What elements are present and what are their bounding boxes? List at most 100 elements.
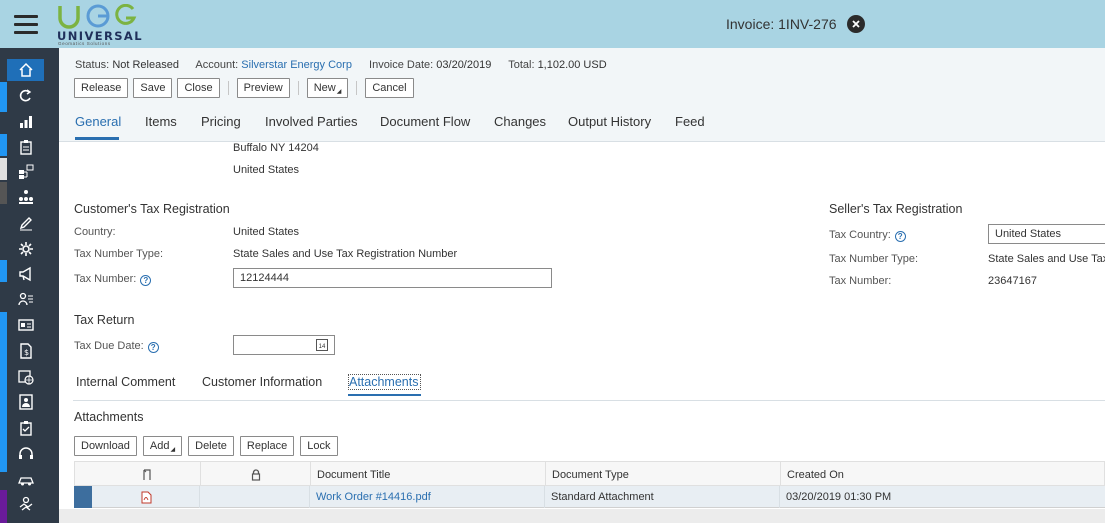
help-icon[interactable]: ? (894, 231, 906, 242)
close-button[interactable]: Close (177, 78, 220, 98)
lock-cell (200, 486, 310, 508)
tab-general[interactable]: General (75, 114, 121, 129)
subtab-divider (73, 400, 1105, 401)
nav-stripe (0, 134, 7, 156)
address-line-2: United States (233, 164, 300, 176)
invoice-date-value: 03/20/2019 (436, 59, 492, 71)
document-type-cell: Standard Attachment (545, 486, 780, 508)
tab-items[interactable]: Items (145, 114, 177, 129)
refresh-icon[interactable] (7, 85, 44, 107)
document-title-link[interactable]: Work Order #14416.pdf (316, 491, 431, 503)
preview-button[interactable]: Preview (236, 78, 290, 98)
total-label: Total: (508, 59, 535, 71)
seller-tax-number-type-value: State Sales and Use Tax (988, 253, 1105, 265)
replace-button[interactable]: Replace (239, 436, 295, 456)
menu-icon[interactable] (0, 0, 52, 48)
created-on-header[interactable]: Created On (781, 462, 1105, 487)
tax-number-label-row: Tax Number:? (74, 273, 152, 286)
help-icon[interactable]: ? (140, 275, 152, 286)
nav-stripe (0, 82, 7, 112)
edit-icon[interactable] (7, 212, 44, 234)
clipboard-icon[interactable] (7, 136, 44, 158)
status-label: Status: (75, 59, 110, 71)
attachments-toolbar: Download Add ◢ Delete Replace Lock (74, 436, 338, 456)
tab-feed[interactable]: Feed (675, 114, 705, 129)
document-title-cell: Work Order #14416.pdf (310, 486, 545, 508)
file-cell (92, 486, 200, 508)
tax-due-date-label-row: Tax Due Date:? (74, 340, 159, 353)
active-subtab-indicator (348, 394, 421, 396)
headset-icon[interactable] (7, 443, 44, 465)
hierarchy-icon[interactable] (7, 161, 44, 183)
gear-icon[interactable] (7, 238, 44, 260)
main-content: Buffalo NY 14204 United States Customer'… (59, 142, 1105, 523)
calendar-icon[interactable]: 14 (316, 339, 328, 351)
toolbar-separator (227, 81, 229, 95)
calendar-globe-icon[interactable] (7, 366, 44, 388)
add-button[interactable]: Add ◢ (142, 436, 183, 456)
left-navigation: $ (0, 48, 59, 523)
seller-tax-title: Seller's Tax Registration (829, 202, 963, 216)
nav-stripe (0, 490, 7, 523)
tax-due-date-label: Tax Due Date: (74, 340, 144, 352)
save-button[interactable]: Save (133, 78, 173, 98)
subtab-internal-comment[interactable]: Internal Comment (76, 375, 175, 389)
table-scroll-area[interactable] (59, 509, 1105, 523)
person-list-icon[interactable] (7, 288, 44, 310)
nav-stripe (0, 182, 7, 204)
tax-country-select[interactable]: United States (988, 224, 1105, 244)
tab-changes[interactable]: Changes (494, 114, 546, 129)
clipboard-check-icon[interactable] (7, 417, 44, 439)
tab-pricing[interactable]: Pricing (201, 114, 241, 129)
file-column-header[interactable] (75, 462, 201, 487)
org-chart-icon[interactable] (7, 186, 44, 208)
account-label: Account: (195, 59, 239, 71)
tax-number-type-label: Tax Number Type: (74, 248, 164, 260)
document-title-header[interactable]: Document Title (311, 462, 546, 487)
company-logo: UNIVERSAL Geomatics Solutions (57, 4, 142, 46)
logo-subtitle: Geomatics Solutions (58, 41, 111, 46)
tab-document-flow[interactable]: Document Flow (380, 114, 470, 129)
id-card-icon[interactable] (7, 314, 44, 336)
subtab-customer-information[interactable]: Customer Information (202, 375, 322, 389)
pdf-icon[interactable] (140, 491, 152, 504)
handshake-icon[interactable] (7, 493, 44, 515)
svg-text:$: $ (24, 348, 29, 357)
header-info: Status: Not Released Account: Silverstar… (75, 59, 621, 71)
truck-icon[interactable] (7, 469, 44, 491)
tax-country-label-row: Tax Country:? (829, 229, 906, 242)
new-button-label: New (313, 82, 336, 94)
contact-card-icon[interactable] (7, 391, 44, 413)
delete-button[interactable]: Delete (188, 436, 234, 456)
status-value: Not Released (112, 59, 179, 71)
tax-number-type-value: State Sales and Use Tax Registration Num… (233, 248, 458, 260)
file-icon (142, 468, 151, 480)
help-icon[interactable]: ? (147, 342, 159, 353)
account-link[interactable]: Silverstar Energy Corp (241, 59, 352, 71)
country-label: Country: (74, 226, 116, 238)
shell-header: UNIVERSAL Geomatics Solutions Invoice: 1… (0, 0, 1105, 48)
tax-return-title: Tax Return (74, 313, 135, 327)
add-button-label: Add (149, 440, 170, 452)
close-icon[interactable] (847, 15, 865, 33)
attachments-title: Attachments (74, 410, 144, 424)
document-type-header[interactable]: Document Type (546, 462, 781, 487)
download-button[interactable]: Download (74, 436, 137, 456)
lock-button[interactable]: Lock (300, 436, 338, 456)
tax-number-input[interactable]: 12124444 (233, 268, 552, 288)
bar-chart-icon[interactable] (7, 111, 44, 133)
total-value: 1,102.00 USD (537, 59, 607, 71)
release-button[interactable]: Release (74, 78, 129, 98)
tab-involved-parties[interactable]: Involved Parties (265, 114, 358, 129)
megaphone-icon[interactable] (7, 263, 44, 285)
tab-output-history[interactable]: Output History (568, 114, 651, 129)
invoice-date-label: Invoice Date: (369, 59, 434, 71)
document-icon[interactable]: $ (7, 340, 44, 362)
home-icon[interactable] (7, 59, 44, 81)
lock-column-header[interactable] (201, 462, 311, 487)
cancel-button[interactable]: Cancel (365, 78, 414, 98)
country-value: United States (233, 226, 300, 238)
new-button[interactable]: New ◢ (306, 78, 349, 98)
row-selector[interactable] (74, 486, 92, 508)
table-row[interactable]: Work Order #14416.pdf Standard Attachmen… (74, 486, 1105, 508)
